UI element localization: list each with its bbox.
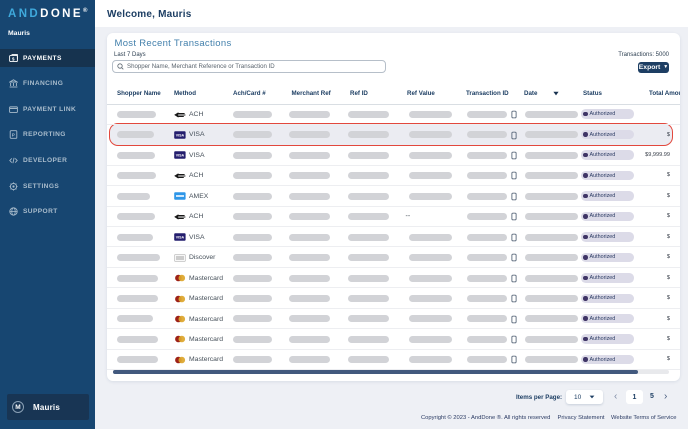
svg-text:$: $ bbox=[12, 56, 15, 61]
svg-text:P: P bbox=[12, 133, 15, 138]
svg-text:VISA: VISA bbox=[176, 236, 185, 240]
svg-text:VISA: VISA bbox=[176, 154, 185, 158]
svg-text:VISA: VISA bbox=[176, 134, 185, 138]
